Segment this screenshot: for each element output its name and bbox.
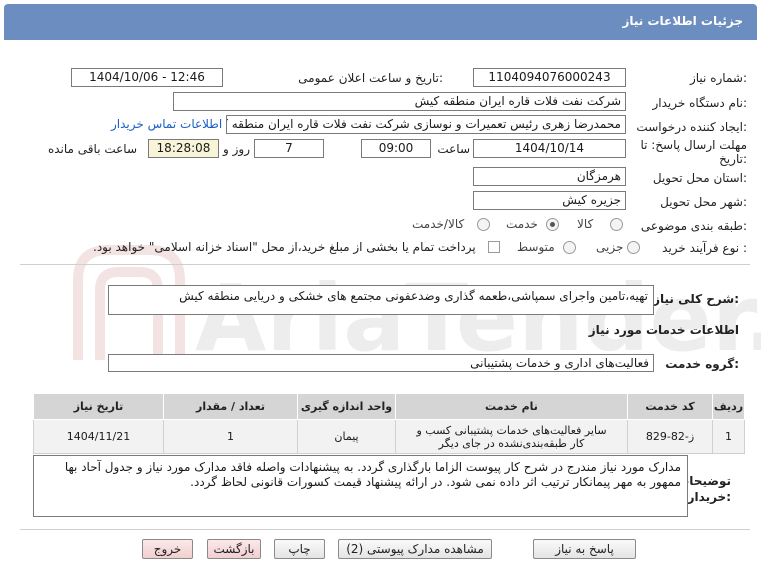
print-button[interactable]: چاپ: [274, 539, 325, 559]
services-table: ردیف کد خدمت نام خدمت واحد اندازه گیری ت…: [33, 393, 745, 454]
table-row: 1 ز-82-829 سایر فعالیت‌های خدمات پشتیبان…: [33, 419, 745, 454]
category-option-goods: کالا: [577, 217, 594, 231]
buyer-notes-label-2: خریدار:: [687, 490, 731, 504]
days-label: روز و: [223, 142, 250, 156]
need-description-label: شرح کلی نیاز:: [653, 292, 739, 306]
buyer-org-label: نام دستگاه خریدار:: [652, 96, 748, 110]
need-description-field: تهیه،تامین واجرای سمپاشی،طعمه گذاری وضدع…: [108, 285, 654, 315]
cell-quantity: 1: [163, 419, 298, 454]
divider: [20, 529, 750, 530]
remaining-time-field: 18:28:08: [148, 139, 219, 158]
table-header-row: ردیف کد خدمت نام خدمت واحد اندازه گیری ت…: [33, 393, 745, 420]
category-radio-goods-service[interactable]: [477, 218, 490, 231]
treasury-payment-checkbox[interactable]: [488, 241, 500, 253]
reply-button[interactable]: پاسخ به نیاز: [533, 539, 636, 559]
category-option-service: خدمت: [506, 217, 538, 231]
province-label: استان محل تحویل:: [652, 171, 747, 185]
process-type-label: نوع فرآیند خرید :: [662, 241, 747, 255]
col-service-name: نام خدمت: [395, 393, 628, 420]
remaining-days-field: 7: [254, 139, 324, 158]
deadline-label: مهلت ارسال پاسخ: تا: [640, 138, 747, 152]
services-section-title: اطلاعات خدمات مورد نیاز: [588, 323, 739, 337]
process-option-medium: متوسط: [517, 240, 555, 254]
title-bar: جزئیات اطلاعات نیاز: [4, 4, 757, 40]
view-attachments-button[interactable]: مشاهده مدارک پیوستی (2): [338, 539, 492, 559]
city-label: شهر محل تحویل:: [660, 195, 747, 209]
need-number-label: شماره نیاز:: [689, 71, 747, 85]
page-title: جزئیات اطلاعات نیاز: [622, 14, 743, 28]
city-field: جزیره کیش: [473, 191, 626, 210]
category-radio-service[interactable]: [546, 218, 559, 231]
buyer-contact-link[interactable]: اطلاعات تماس خریدار: [111, 117, 222, 131]
treasury-payment-note: پرداخت تمام یا بخشی از مبلغ خرید،از محل …: [93, 240, 476, 254]
category-label: طبقه بندی موضوعی:: [640, 219, 747, 233]
service-group-label: گروه خدمت:: [665, 357, 739, 371]
service-group-field: فعالیت‌های اداری و خدمات پشتیبانی: [108, 354, 654, 372]
col-need-date: تاریخ نیاز: [33, 393, 164, 420]
creator-label: ایجاد کننده درخواست:: [636, 120, 747, 134]
deadline-date-label: تاریخ:: [719, 152, 747, 166]
cell-need-date: 1404/11/21: [33, 419, 164, 454]
announce-datetime-field: 1404/10/06 - 12:46: [71, 68, 223, 87]
deadline-time-label: ساعت: [437, 142, 470, 156]
col-service-code: کد خدمت: [627, 393, 713, 420]
back-button[interactable]: بازگشت: [207, 539, 261, 559]
process-radio-minor[interactable]: [627, 241, 640, 254]
exit-button[interactable]: خروج: [142, 539, 193, 559]
creator-field: محمدرضا زهری رئیس تعمیرات و نوسازی شرکت …: [226, 115, 626, 134]
buyer-notes-field: مدارک مورد نیاز مندرج در شرح کار پیوست ا…: [33, 455, 688, 517]
process-option-minor: جزیی: [596, 240, 624, 254]
buyer-org-field: شرکت نفت فلات قاره ایران منطقه کیش: [173, 92, 626, 111]
process-radio-medium[interactable]: [563, 241, 576, 254]
cell-unit: پیمان: [297, 419, 396, 454]
deadline-date-field: 1404/10/14: [473, 139, 626, 158]
category-radio-goods[interactable]: [610, 218, 623, 231]
divider: [20, 264, 750, 265]
cell-service-code: ز-82-829: [627, 419, 713, 454]
cell-service-name: سایر فعالیت‌های خدمات پشتیبانی کسب و کار…: [395, 419, 628, 454]
cell-row-number: 1: [712, 419, 745, 454]
col-quantity: تعداد / مقدار: [163, 393, 298, 420]
need-number-field: 1104094076000243: [473, 68, 626, 87]
col-row-number: ردیف: [712, 393, 745, 420]
category-option-goods-service: کالا/خدمت: [412, 217, 465, 231]
announce-datetime-label: تاریخ و ساعت اعلان عمومی:: [298, 71, 443, 85]
province-field: هرمزگان: [473, 167, 626, 186]
remaining-time-label: ساعت باقی مانده: [47, 142, 137, 156]
col-unit: واحد اندازه گیری: [297, 393, 396, 420]
deadline-time-field: 09:00: [361, 139, 431, 158]
